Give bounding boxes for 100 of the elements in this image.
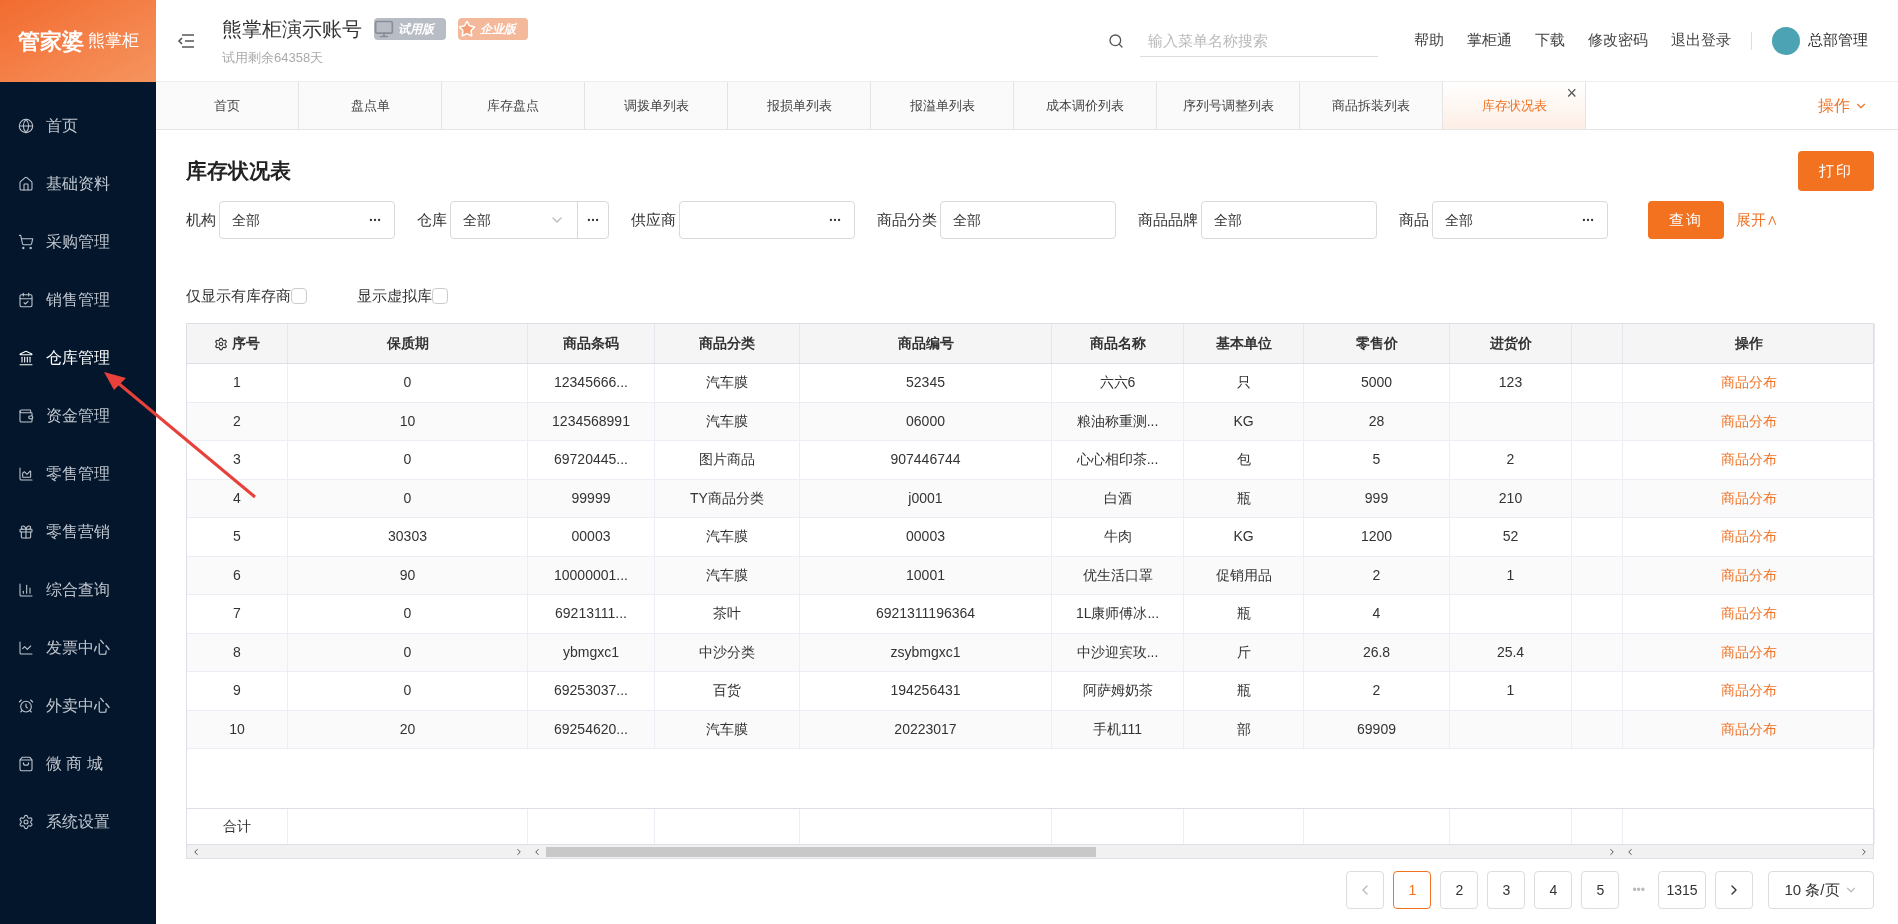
alarm-icon <box>18 698 34 714</box>
edition-badge: 试用版 <box>374 17 446 40</box>
table-cell-text: 茶叶 <box>713 604 741 624</box>
sidebar-item[interactable]: 销售管理 <box>0 271 156 329</box>
filter-field[interactable]: 全部 <box>1201 201 1377 239</box>
menu-search-field[interactable]: 输入菜单名称搜索 <box>1140 24 1378 57</box>
sidebar-item[interactable]: 资金管理 <box>0 387 156 445</box>
settings-icon[interactable] <box>214 336 228 351</box>
total-label: 合计 <box>223 817 251 836</box>
chevron-left-icon[interactable] <box>1625 846 1635 857</box>
sidebar-item[interactable]: 发票中心 <box>0 619 156 677</box>
column-header: 零售价 <box>1355 334 1398 353</box>
chevron-right-icon[interactable] <box>1859 846 1869 857</box>
table-cell-text: 8 <box>233 642 241 662</box>
sidebar-item[interactable]: 采购管理 <box>0 213 156 271</box>
table-cell-text: 中沙分类 <box>699 642 755 662</box>
page-tab[interactable]: 成本调价列表 <box>1014 82 1157 129</box>
page-tab[interactable]: 报溢单列表 <box>871 82 1014 129</box>
table-cell-text: 心心相印茶... <box>1076 450 1159 470</box>
table-cell-text: 90 <box>399 565 416 585</box>
wallet-icon <box>18 408 34 424</box>
page-title: 库存状况表 <box>186 158 291 185</box>
page-size-select[interactable]: 10 条/页 <box>1768 871 1874 909</box>
table-cell-text: 12345666... <box>554 373 628 393</box>
table-cell-text: 百货 <box>713 681 741 701</box>
table-cell-text: 图片商品 <box>699 450 755 470</box>
table-cell-text: 10000001... <box>554 565 628 585</box>
page-button[interactable]: 1315 <box>1658 871 1706 909</box>
table-cell-text: 1 <box>1506 565 1515 585</box>
page-button[interactable]: 5 <box>1581 871 1620 909</box>
close-tab-button[interactable]: × <box>1566 82 1577 104</box>
header-link[interactable]: 退出登录 <box>1671 29 1731 52</box>
filter-field[interactable]: 全部 <box>219 201 395 239</box>
sidebar-item[interactable]: 零售管理 <box>0 445 156 503</box>
page-tab[interactable]: 库存状况表 × <box>1443 82 1586 129</box>
page-tab[interactable]: 序列号调整列表 <box>1157 82 1300 129</box>
page-button[interactable]: 2 <box>1440 871 1479 909</box>
table-cell-text: 只 <box>1236 373 1251 393</box>
sidebar-item[interactable]: 首页 <box>0 97 156 155</box>
table-cell-text: KG <box>1233 411 1254 431</box>
sidebar-item[interactable]: 零售营销 <box>0 503 156 561</box>
page-button[interactable]: 3 <box>1487 871 1526 909</box>
table-cell-text: KG <box>1233 527 1254 547</box>
table-cell-text: 69253037... <box>554 681 628 701</box>
header-link[interactable]: 修改密码 <box>1588 29 1648 52</box>
page-tab[interactable]: 调拨单列表 <box>585 82 728 129</box>
table-cell-text: 20223017 <box>894 719 957 739</box>
table-cell-text: 瓶 <box>1236 681 1251 701</box>
chevron-right-icon[interactable] <box>1607 846 1617 857</box>
table-cell-text: 52345 <box>906 373 945 393</box>
table-cell-text: 907446744 <box>890 450 961 470</box>
user-avatar[interactable] <box>1772 26 1800 55</box>
checkbox[interactable] <box>432 288 448 304</box>
table-cell-text: zsybmgxc1 <box>890 642 961 662</box>
filter-field[interactable] <box>679 201 855 239</box>
filter-field[interactable]: 全部 <box>1432 201 1608 239</box>
table-cell-text: 210 <box>1498 488 1523 508</box>
sidebar-item[interactable]: 外卖中心 <box>0 677 156 735</box>
sidebar-item[interactable]: 系统设置 <box>0 793 156 851</box>
table-cell-text: 123 <box>1498 373 1523 393</box>
checkbox[interactable] <box>291 288 307 304</box>
table-cell-text: 4 <box>1372 604 1381 624</box>
header-link[interactable]: 下载 <box>1535 29 1565 52</box>
chevron-left-icon[interactable] <box>191 846 201 857</box>
table-cell-text: 阿萨姆奶茶 <box>1082 681 1153 701</box>
table-cell-text: 9 <box>233 681 241 701</box>
table-cell-text: 0 <box>403 681 412 701</box>
page-tab[interactable]: 盘点单 <box>299 82 442 129</box>
table-cell-text: j0001 <box>908 488 943 508</box>
page-tab[interactable]: 商品拆装列表 <box>1300 82 1443 129</box>
bar-chart-icon <box>18 582 34 598</box>
header-link[interactable]: 帮助 <box>1414 29 1444 52</box>
globe-icon <box>18 118 34 134</box>
filter-select[interactable]: 全部 <box>450 201 609 239</box>
table-cell-text: 5 <box>233 527 241 547</box>
table-cell-text: 1 <box>1506 681 1515 701</box>
chevron-right-icon[interactable] <box>514 846 524 857</box>
sidebar-item[interactable]: 微 商 城 <box>0 735 156 793</box>
sidebar-item[interactable]: 基础资料 <box>0 155 156 213</box>
calendar-icon <box>18 292 34 308</box>
table-cell-text: 10 <box>399 411 416 431</box>
sidebar-item[interactable]: 综合查询 <box>0 561 156 619</box>
sidebar-item[interactable]: 仓库管理 <box>0 329 156 387</box>
table-cell-text: 5000 <box>1360 373 1393 393</box>
table-cell-text: 6 <box>233 565 241 585</box>
user-name[interactable]: 总部管理 <box>1808 29 1868 52</box>
filter-field[interactable]: 全部 <box>940 201 1116 239</box>
page-tab[interactable]: 报损单列表 <box>728 82 871 129</box>
logo-sub-text: 熊掌柜 <box>87 30 139 53</box>
table-cell-text: 0 <box>403 642 412 662</box>
column-header: 商品条码 <box>563 334 619 353</box>
page-tab[interactable]: 首页 <box>156 82 299 129</box>
line-chart-icon <box>18 640 34 656</box>
page-tab[interactable]: 库存盘点 <box>442 82 585 129</box>
table-cell-text: 28 <box>1368 411 1385 431</box>
table-cell-text: 6921311196364 <box>875 604 976 624</box>
page-button[interactable]: 4 <box>1534 871 1573 909</box>
horizontal-scrollbar[interactable] <box>187 844 1873 858</box>
header-link[interactable]: 掌柜通 <box>1467 29 1512 52</box>
chevron-left-icon[interactable] <box>532 846 542 857</box>
